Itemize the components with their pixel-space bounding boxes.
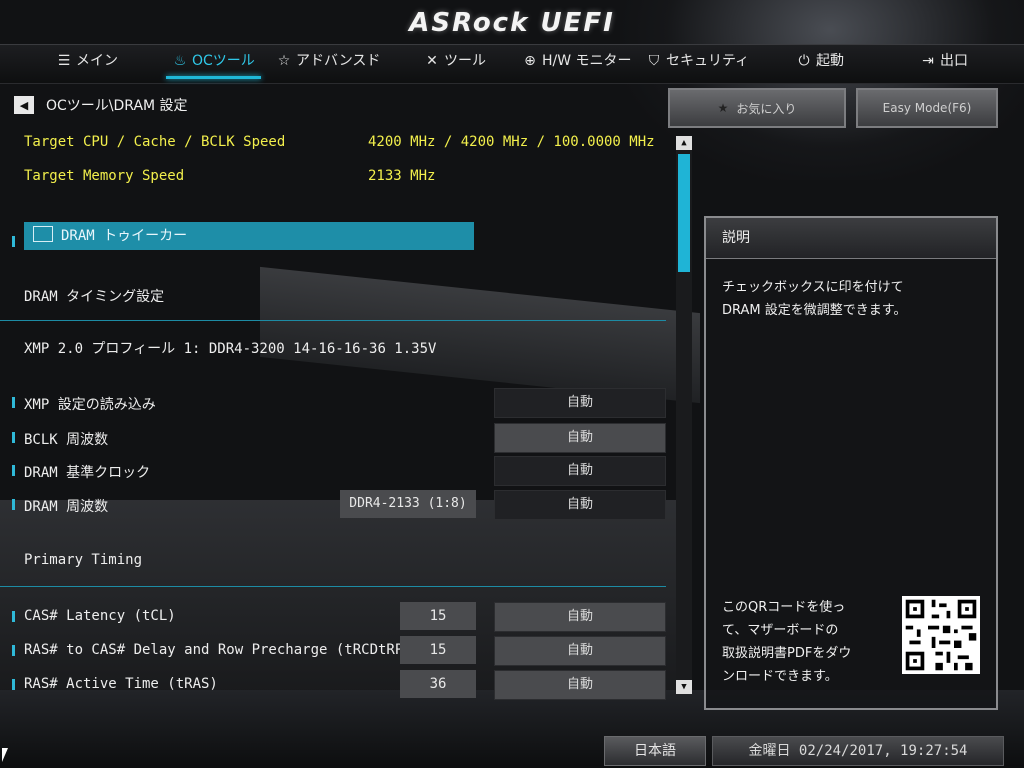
exit-icon: ⇥ <box>922 53 934 69</box>
timing-row[interactable]: CAS# Latency (tCL) 15 自動 <box>0 602 672 632</box>
asrock-uefi-logo: ASRock UEFI <box>409 8 615 38</box>
row-indicator <box>12 499 15 510</box>
tab-main[interactable]: ☰ メイン <box>56 45 118 81</box>
row-indicator <box>12 645 15 656</box>
scrollbar[interactable]: ▲ ▼ <box>676 136 692 694</box>
target-icon: ⊕ <box>524 53 536 69</box>
divider <box>0 586 666 587</box>
bclk-frequency-select[interactable]: 自動 <box>494 423 666 453</box>
back-button[interactable]: ◀ <box>14 96 34 114</box>
primary-timing-header: Primary Timing <box>24 552 143 568</box>
dram-tweaker-submenu[interactable]: DRAM トゥイーカー <box>24 222 474 250</box>
description-panel: 説明 チェックボックスに印を付けて DRAM 設定を微調整できます。 このQRコ… <box>704 216 998 710</box>
setting-row[interactable]: BCLK 周波数 自動 <box>0 423 672 453</box>
dram-ref-clock-select[interactable]: 自動 <box>494 456 666 486</box>
datetime-display: 金曜日 02/24/2017, 19:27:54 <box>712 736 1004 766</box>
tools-icon: ✕ <box>426 53 438 69</box>
dram-frequency-current: DDR4-2133 (1:8) <box>340 490 476 518</box>
power-icon: ⏻ <box>798 53 810 69</box>
breadcrumb: ◀ OCツール\DRAM 設定 <box>14 95 188 115</box>
tab-security[interactable]: ⛉ セキュリティ <box>646 45 749 81</box>
favorites-button[interactable]: ★ お気に入り <box>668 88 846 128</box>
language-button[interactable]: 日本語 <box>604 736 706 766</box>
setting-row[interactable]: DRAM 基準クロック 自動 <box>0 456 672 486</box>
back-arrow-icon: ◀ <box>19 98 29 112</box>
top-nav: ☰ メイン ♨ OCツール ☆ アドバンスド ✕ ツール ⊕ H/W モニター ⛉ セキュリ… <box>0 44 1024 84</box>
flame-icon: ♨ <box>173 53 187 69</box>
timing-row[interactable]: RAS# to CAS# Delay and Row Precharge (tR… <box>0 636 672 666</box>
qr-description: このQRコードを使っ て、マザーボードの 取扱説明書PDFをダウ ンロードできま… <box>722 600 852 684</box>
qr-code <box>902 596 980 674</box>
list-icon: ☰ <box>57 53 71 69</box>
row-indicator <box>12 611 15 622</box>
row-indicator <box>12 679 15 690</box>
tab-exit[interactable]: ⇥ 出口 <box>920 45 968 81</box>
settings-list: Target CPU / Cache / BCLK Speed 4200 MHz… <box>0 128 672 700</box>
timing-section-header: DRAM タイミング設定 <box>24 289 165 305</box>
row-indicator <box>12 236 15 247</box>
trcdtrp-select[interactable]: 自動 <box>494 636 666 666</box>
tab-advanced[interactable]: ☆ アドバンスド <box>276 45 381 81</box>
tab-hw-monitor[interactable]: ⊕ H/W モニター <box>522 45 631 81</box>
timing-row[interactable]: RAS# Active Time (tRAS) 36 自動 <box>0 670 672 700</box>
breadcrumb-path: OCツール\DRAM 設定 <box>46 98 188 114</box>
scroll-down-icon[interactable]: ▼ <box>676 680 692 694</box>
row-indicator <box>12 432 15 443</box>
dram-frequency-select[interactable]: 自動 <box>494 490 666 520</box>
tras-current: 36 <box>400 670 476 698</box>
star-icon: ☆ <box>277 53 291 69</box>
row-indicator <box>12 397 15 408</box>
target-memory-label: Target Memory Speed <box>24 168 185 184</box>
shield-icon: ⛉ <box>648 53 660 69</box>
xmp-profile-row: XMP 2.0 プロフィール 1: DDR4-3200 14-16-16-36 … <box>24 341 437 357</box>
xmp-load-select[interactable]: 自動 <box>494 388 666 418</box>
row-indicator <box>12 465 15 476</box>
setting-row[interactable]: DRAM 周波数 DDR4-2133 (1:8) 自動 <box>0 490 672 520</box>
scroll-up-icon[interactable]: ▲ <box>676 136 692 150</box>
tcl-current: 15 <box>400 602 476 630</box>
easy-mode-button[interactable]: Easy Mode(F6) <box>856 88 998 128</box>
mouse-cursor-icon <box>2 748 8 762</box>
target-memory-value: 2133 MHz <box>368 168 436 184</box>
tab-oc-tools[interactable]: ♨ OCツール <box>166 45 261 81</box>
scroll-thumb[interactable] <box>678 154 690 272</box>
divider <box>0 320 666 321</box>
setting-row[interactable]: XMP 設定の読み込み 自動 <box>0 388 672 418</box>
description-text: チェックボックスに印を付けて DRAM 設定を微調整できます。 <box>722 280 907 318</box>
target-cpu-row: Target CPU / Cache / BCLK Speed 4200 MHz… <box>0 128 672 158</box>
tab-tools[interactable]: ✕ ツール <box>424 45 486 81</box>
description-title: 説明 <box>706 218 996 259</box>
tcl-select[interactable]: 自動 <box>494 602 666 632</box>
target-cpu-value: 4200 MHz / 4200 MHz / 100.0000 MHz <box>368 134 655 150</box>
trcdtrp-current: 15 <box>400 636 476 664</box>
tab-boot[interactable]: ⏻ 起動 <box>796 45 844 81</box>
memory-chip-icon <box>33 226 53 242</box>
tras-select[interactable]: 自動 <box>494 670 666 700</box>
star-icon: ★ <box>717 101 729 115</box>
target-cpu-label: Target CPU / Cache / BCLK Speed <box>24 134 286 150</box>
target-memory-row: Target Memory Speed 2133 MHz <box>0 162 672 192</box>
